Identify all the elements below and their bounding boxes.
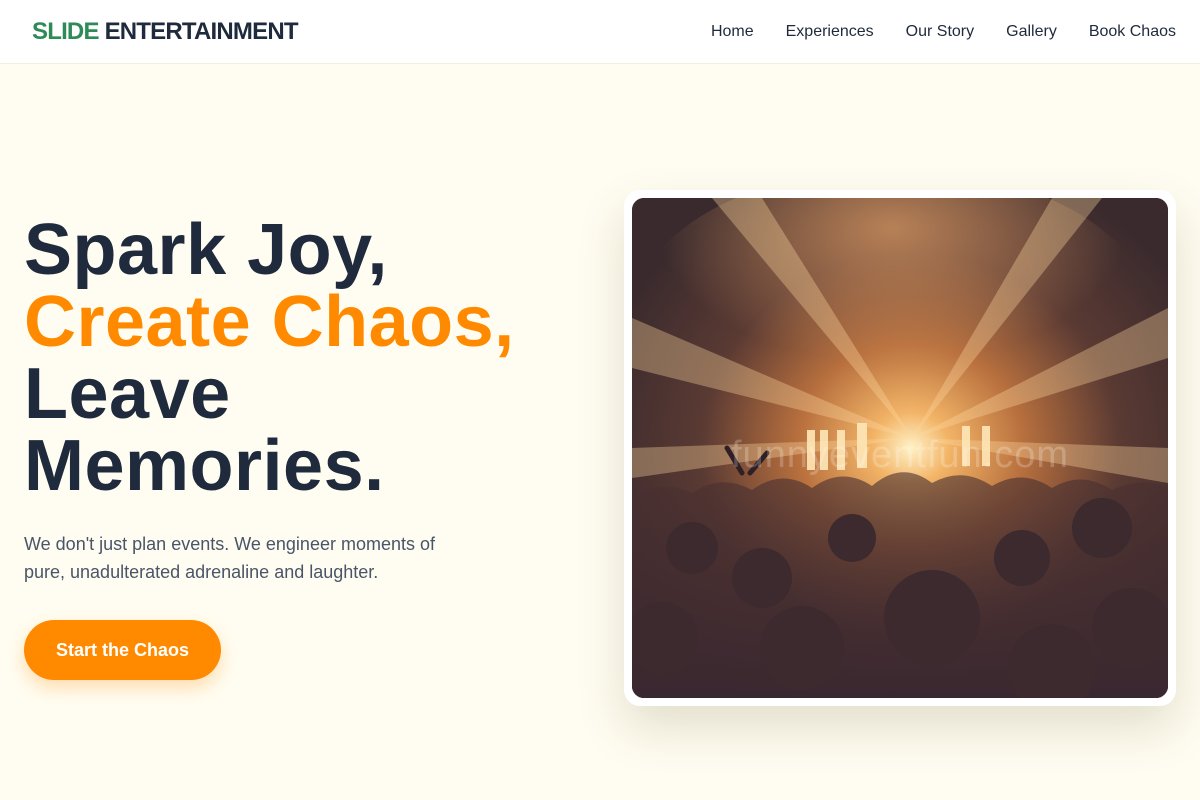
brand-accent: SLIDE <box>32 17 99 45</box>
nav-link-our-story[interactable]: Our Story <box>906 23 974 41</box>
nav-link-experiences[interactable]: Experiences <box>786 23 874 41</box>
concert-crowd-image: funnyeventfun.com <box>632 198 1168 698</box>
hero-section: Spark Joy, Create Chaos, Leave Memories.… <box>24 214 584 680</box>
nav-link-gallery[interactable]: Gallery <box>1006 23 1057 41</box>
top-navbar: SLIDE ENTERTAINMENT Home Experiences Our… <box>0 0 1200 64</box>
hero-subtitle: We don't just plan events. We engineer m… <box>24 534 435 582</box>
brand-logo[interactable]: SLIDE ENTERTAINMENT <box>32 17 299 46</box>
hero-headline: Spark Joy, Create Chaos, Leave Memories. <box>24 214 584 502</box>
brand-rest: ENTERTAINMENT <box>104 17 299 45</box>
nav-link-home[interactable]: Home <box>711 23 754 41</box>
start-chaos-button[interactable]: Start the Chaos <box>24 620 221 680</box>
nav-links: Home Experiences Our Story Gallery Book … <box>711 23 1176 41</box>
headline-line-3: Leave <box>24 354 231 434</box>
headline-line-4: Memories. <box>24 426 385 506</box>
image-watermark: funnyeventfun.com <box>730 434 1070 476</box>
headline-line-1: Spark Joy, <box>24 210 388 290</box>
nav-link-book-chaos[interactable]: Book Chaos <box>1089 23 1176 41</box>
headline-line-2: Create Chaos, <box>24 282 515 362</box>
hero-image-card: funnyeventfun.com <box>624 190 1176 706</box>
